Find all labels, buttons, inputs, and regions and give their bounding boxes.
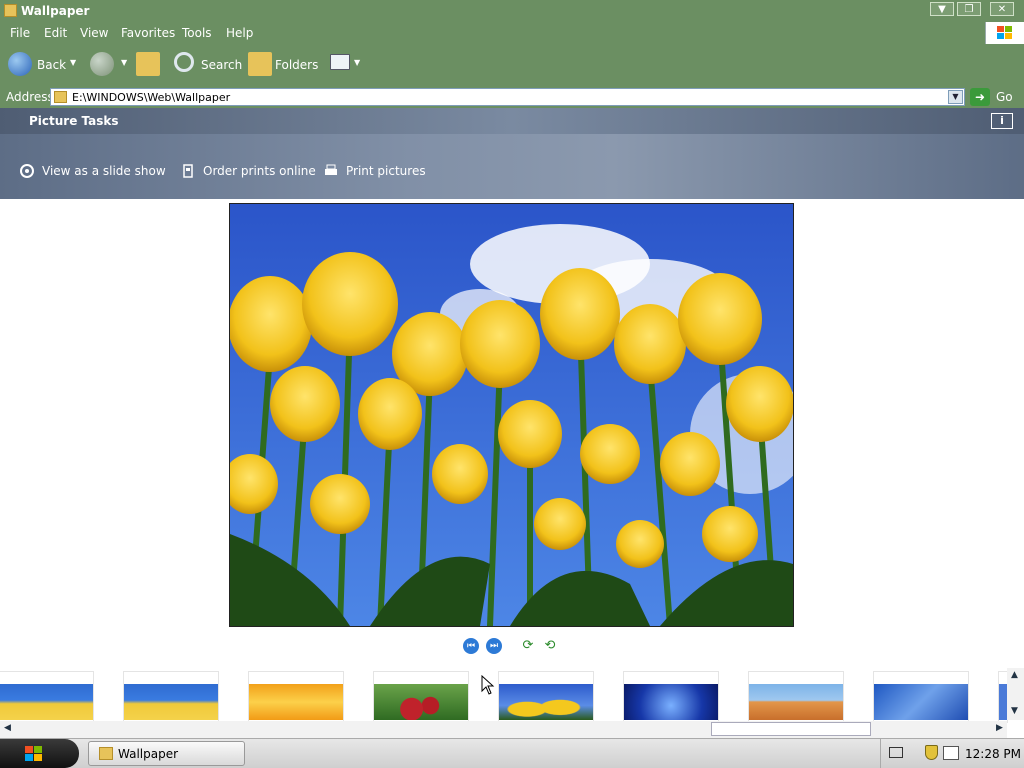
back-button[interactable]: Back ▼ <box>8 52 80 78</box>
search-icon <box>174 52 194 72</box>
rotate-clockwise-icon[interactable]: ⟳ <box>519 639 537 653</box>
folder-icon <box>54 91 67 103</box>
picture-tasks-header: Picture Tasks i <box>0 108 1024 134</box>
scroll-left-icon[interactable]: ◀ <box>4 723 11 733</box>
window-title: Wallpaper <box>21 4 90 18</box>
address-label: Address <box>6 90 54 104</box>
minimize-button[interactable]: ▼ <box>930 2 954 16</box>
views-button[interactable]: ▼ <box>330 52 362 78</box>
menu-view[interactable]: View <box>80 26 108 40</box>
up-folder-button[interactable] <box>136 52 162 78</box>
task-view-slideshow[interactable]: View as a slide show <box>20 164 166 178</box>
rotate-counterclockwise-icon[interactable]: ⟲ <box>541 639 559 653</box>
thumbnail[interactable] <box>873 671 969 723</box>
scroll-down-icon[interactable]: ▼ <box>1011 706 1018 716</box>
previous-image-icon[interactable]: ⏮ <box>463 638 479 654</box>
slideshow-icon <box>20 164 34 178</box>
address-dropdown-icon[interactable]: ▼ <box>948 90 963 104</box>
print-icon <box>324 164 338 178</box>
security-shield-icon[interactable] <box>925 745 938 760</box>
toolbar: Back ▼ ▼ Search Folders ▼ <box>0 44 1024 86</box>
menu-tools[interactable]: Tools <box>182 26 212 40</box>
keyboard-icon[interactable] <box>889 747 903 758</box>
clock[interactable]: 12:28 PM <box>965 747 1021 761</box>
thumbnail[interactable] <box>0 671 94 723</box>
scroll-up-icon[interactable]: ▲ <box>1011 670 1018 680</box>
scrollbar-thumb[interactable] <box>711 722 871 736</box>
thumbnail[interactable] <box>123 671 219 723</box>
next-image-icon[interactable]: ⏭ <box>486 638 502 654</box>
thumbnail[interactable] <box>373 671 469 723</box>
address-path: E:\WINDOWS\Web\Wallpaper <box>72 91 231 104</box>
folders-icon <box>248 52 272 76</box>
forward-dropdown-icon[interactable]: ▼ <box>121 58 127 67</box>
image-preview <box>229 203 794 627</box>
scroll-right-icon[interactable]: ▶ <box>996 723 1003 733</box>
forward-arrow-icon <box>90 52 114 76</box>
folders-button[interactable]: Folders <box>248 52 318 78</box>
address-input[interactable]: E:\WINDOWS\Web\Wallpaper ▼ <box>50 88 965 106</box>
thumbnail[interactable] <box>623 671 719 723</box>
picture-tasks-pane: Picture Tasks i View as a slide show Ord… <box>0 108 1024 199</box>
info-icon[interactable]: i <box>991 113 1013 129</box>
views-dropdown-icon[interactable]: ▼ <box>354 58 360 67</box>
menu-favorites[interactable]: Favorites <box>121 26 175 40</box>
menu-file[interactable]: File <box>10 26 30 40</box>
order-prints-icon <box>181 164 195 178</box>
maximize-button[interactable]: ❐ <box>957 2 981 16</box>
windows-logo <box>985 22 1024 44</box>
task-print-pictures[interactable]: Print pictures <box>324 164 426 178</box>
up-folder-icon <box>136 52 160 76</box>
back-dropdown-icon[interactable]: ▼ <box>70 58 76 67</box>
folder-icon <box>99 747 113 760</box>
address-bar: Address E:\WINDOWS\Web\Wallpaper ▼ ➜ Go <box>0 86 1024 108</box>
network-icon[interactable] <box>943 746 959 760</box>
taskbar-window-button[interactable]: Wallpaper <box>88 741 245 766</box>
thumbnail-selected[interactable] <box>498 671 594 723</box>
menu-help[interactable]: Help <box>226 26 253 40</box>
taskbar: Wallpaper 12:28 PM <box>0 738 1024 768</box>
task-order-prints[interactable]: Order prints online <box>181 164 316 178</box>
horizontal-scrollbar[interactable]: ◀ ▶ <box>0 721 1007 738</box>
title-bar: Wallpaper ▼ ❐ ✕ <box>0 0 1024 22</box>
folder-icon <box>4 4 17 17</box>
search-button[interactable]: Search <box>174 52 242 78</box>
thumbnail[interactable] <box>248 671 344 723</box>
picture-tasks-title: Picture Tasks <box>29 114 119 128</box>
mouse-cursor <box>481 675 495 695</box>
system-tray: 12:28 PM <box>880 739 1024 768</box>
thumbnail[interactable] <box>748 671 844 723</box>
windows-flag-icon <box>25 746 42 761</box>
forward-button[interactable]: ▼ <box>90 52 130 78</box>
menu-bar: File Edit View Favorites Tools Help <box>0 22 1024 44</box>
go-arrow-icon[interactable]: ➜ <box>970 88 990 106</box>
go-button[interactable]: Go <box>996 90 1013 104</box>
close-button[interactable]: ✕ <box>990 2 1014 16</box>
back-arrow-icon <box>8 52 32 76</box>
views-icon <box>330 54 350 70</box>
menu-edit[interactable]: Edit <box>44 26 67 40</box>
vertical-scrollbar[interactable]: ▲ ▼ <box>1007 668 1024 720</box>
start-button[interactable] <box>0 739 79 768</box>
